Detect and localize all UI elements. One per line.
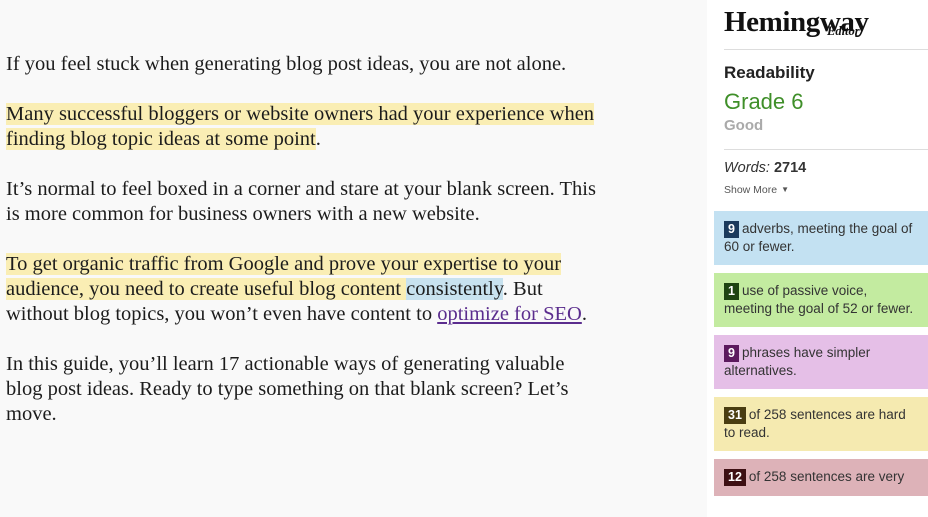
stat-card-hard-to-read[interactable]: 31 of 258 sentences are hard to read.	[714, 397, 928, 451]
word-count-value: 2714	[773, 160, 807, 176]
show-more-label: Show More	[724, 184, 778, 196]
text-span: If you feel stuck when generating blog p…	[6, 53, 567, 75]
readability-grade: Grade 6	[724, 89, 804, 114]
chevron-down-icon: ▼	[781, 185, 790, 194]
paragraph: To get organic traffic from Google and p…	[6, 252, 600, 327]
readability-section: Readability Grade 6 Good	[707, 50, 928, 136]
readability-sidebar: Hemingway Editor Readability Grade 6 Goo…	[707, 0, 928, 517]
paragraph: Many successful bloggers or website owne…	[6, 102, 600, 152]
document-text[interactable]: If you feel stuck when generating blog p…	[6, 52, 600, 427]
text-span: .	[581, 303, 587, 325]
stat-count-badge: 1	[724, 283, 739, 300]
show-more-button[interactable]: Show More ▼	[707, 178, 789, 197]
stat-card-text: use of passive voice, meeting the goal o…	[724, 283, 914, 316]
stat-card-adverbs[interactable]: 9 adverbs, meeting the goal of 60 or fewe…	[714, 211, 928, 265]
text-span: .	[315, 128, 321, 150]
inline-link[interactable]: optimize for SEO	[437, 303, 582, 325]
stat-count-badge: 31	[724, 407, 746, 424]
highlight-span: Many successful bloggers or website owne…	[6, 103, 595, 150]
stat-card-text: of 258 sentences are hard to read.	[724, 407, 906, 440]
paragraph: It’s normal to feel boxed in a corner an…	[6, 177, 600, 227]
text-span: It’s normal to feel boxed in a corner an…	[6, 178, 596, 225]
word-count-row: Words: 2714	[707, 150, 928, 178]
editor-pane[interactable]: If you feel stuck when generating blog p…	[0, 0, 707, 517]
stat-card-simpler-alternatives[interactable]: 9 phrases have simpler alternatives.	[714, 335, 928, 389]
readability-heading: Readability	[724, 63, 815, 82]
readability-quality: Good	[724, 117, 764, 134]
stat-card-text: phrases have simpler alternatives.	[724, 345, 871, 378]
stat-card-text: of 258 sentences are very	[748, 469, 905, 484]
stat-card-passive-voice[interactable]: 1 use of passive voice, meeting the goal …	[714, 273, 928, 327]
paragraph: In this guide, you’ll learn 17 actionabl…	[6, 352, 600, 427]
stat-card-text: adverbs, meeting the goal of 60 or fewer…	[724, 221, 913, 254]
paragraph: If you feel stuck when generating blog p…	[6, 52, 600, 77]
stat-card-list: 9 adverbs, meeting the goal of 60 or fewe…	[707, 211, 928, 496]
stat-count-badge: 9	[724, 345, 739, 362]
text-span: In this guide, you’ll learn 17 actionabl…	[6, 353, 569, 425]
stat-card-very-hard-to-read[interactable]: 12 of 258 sentences are very	[714, 459, 928, 496]
brand-subtitle: Editor	[827, 24, 860, 38]
highlight-span: consistently	[406, 278, 503, 300]
hemingway-logo: Hemingway Editor	[707, 0, 928, 49]
stat-count-badge: 12	[724, 469, 746, 486]
word-count-label: Words:	[724, 160, 770, 176]
stat-count-badge: 9	[724, 221, 739, 238]
